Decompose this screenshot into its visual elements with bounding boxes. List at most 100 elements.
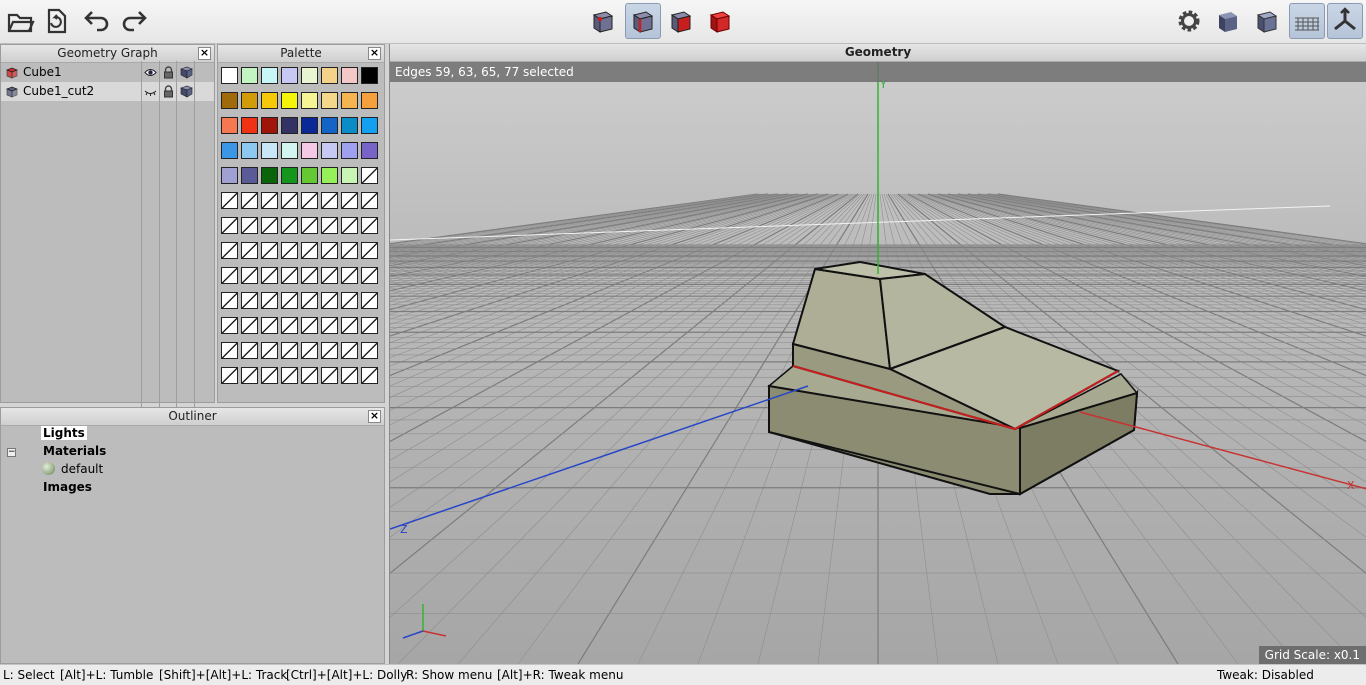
outliner-material-default[interactable]: default <box>42 462 103 476</box>
palette-swatch-empty[interactable] <box>221 317 238 334</box>
palette-swatch-empty[interactable] <box>241 292 258 309</box>
palette-swatch-empty[interactable] <box>321 217 338 234</box>
outliner-images[interactable]: Images <box>43 480 92 494</box>
palette-swatch-empty[interactable] <box>301 217 318 234</box>
palette-swatch[interactable] <box>361 92 378 109</box>
palette-swatch-empty[interactable] <box>301 242 318 259</box>
palette-swatch-empty[interactable] <box>281 292 298 309</box>
palette-swatch-empty[interactable] <box>261 342 278 359</box>
palette-swatch[interactable] <box>281 92 298 109</box>
palette-swatch-empty[interactable] <box>221 342 238 359</box>
palette-swatch[interactable] <box>301 142 318 159</box>
palette-swatch[interactable] <box>221 67 238 84</box>
palette-swatch-empty[interactable] <box>281 267 298 284</box>
palette-swatch[interactable] <box>261 142 278 159</box>
outliner-close-button[interactable]: × <box>368 410 381 423</box>
palette-swatch[interactable] <box>221 167 238 184</box>
palette-swatch[interactable] <box>241 92 258 109</box>
palette-swatch-empty[interactable] <box>361 367 378 384</box>
material-cube-icon[interactable] <box>180 66 193 79</box>
palette-swatch-empty[interactable] <box>321 292 338 309</box>
geometry-graph-close-button[interactable]: × <box>198 47 211 60</box>
palette-swatch[interactable] <box>361 142 378 159</box>
palette-swatch[interactable] <box>241 142 258 159</box>
palette-swatch-empty[interactable] <box>241 342 258 359</box>
palette-swatch[interactable] <box>241 167 258 184</box>
palette-swatch-empty[interactable] <box>361 317 378 334</box>
palette-swatch[interactable] <box>281 67 298 84</box>
geometry-item[interactable]: Cube1_cut2 <box>1 82 214 101</box>
palette-swatch-empty[interactable] <box>281 242 298 259</box>
palette-swatch-empty[interactable] <box>341 267 358 284</box>
export-file-button[interactable] <box>38 3 74 39</box>
palette-swatch-empty[interactable] <box>301 317 318 334</box>
palette-swatch-empty[interactable] <box>321 242 338 259</box>
palette-swatch-empty[interactable] <box>281 217 298 234</box>
palette-swatch[interactable] <box>261 67 278 84</box>
palette-swatch-empty[interactable] <box>301 192 318 209</box>
palette-swatch-empty[interactable] <box>221 217 238 234</box>
outliner-materials-collapse-toggle[interactable]: − <box>7 448 16 457</box>
palette-swatch-empty[interactable] <box>281 342 298 359</box>
palette-close-button[interactable]: × <box>368 47 381 60</box>
palette-swatch[interactable] <box>281 142 298 159</box>
palette-swatch-empty[interactable] <box>261 242 278 259</box>
palette-swatch-empty[interactable] <box>321 192 338 209</box>
axes-toggle-button[interactable] <box>1327 3 1363 39</box>
palette-swatch-empty[interactable] <box>361 292 378 309</box>
open-file-button[interactable] <box>2 3 38 39</box>
palette-swatch[interactable] <box>281 167 298 184</box>
palette-swatch-empty[interactable] <box>241 192 258 209</box>
eye-icon[interactable] <box>144 66 157 79</box>
palette-swatch[interactable] <box>301 117 318 134</box>
object-mode-button[interactable] <box>702 3 738 39</box>
palette-swatch-empty[interactable] <box>341 317 358 334</box>
flat-shading-button[interactable] <box>1249 3 1285 39</box>
palette-swatch[interactable] <box>341 92 358 109</box>
palette-swatch-empty[interactable] <box>321 317 338 334</box>
palette-swatch-empty[interactable] <box>221 292 238 309</box>
palette-swatch-empty[interactable] <box>241 317 258 334</box>
palette-swatch-empty[interactable] <box>361 242 378 259</box>
palette-swatch-empty[interactable] <box>221 267 238 284</box>
palette-swatch[interactable] <box>301 167 318 184</box>
palette-swatch[interactable] <box>321 142 338 159</box>
palette-swatch[interactable] <box>321 117 338 134</box>
face-mode-button[interactable] <box>663 3 699 39</box>
palette-swatch-empty[interactable] <box>321 367 338 384</box>
palette-swatch-empty[interactable] <box>361 342 378 359</box>
edge-mode-button[interactable] <box>625 3 661 39</box>
eye-closed-icon[interactable] <box>144 85 157 98</box>
palette-swatch-empty[interactable] <box>361 192 378 209</box>
vertex-mode-button[interactable] <box>585 3 621 39</box>
palette-swatch-empty[interactable] <box>301 342 318 359</box>
palette-swatch-empty[interactable] <box>361 217 378 234</box>
palette-swatch[interactable] <box>321 92 338 109</box>
palette-swatch[interactable] <box>261 92 278 109</box>
material-cube-icon[interactable] <box>180 85 193 98</box>
palette-swatch[interactable] <box>341 67 358 84</box>
ground-plane-button[interactable] <box>1289 3 1325 39</box>
palette-swatch-empty[interactable] <box>341 342 358 359</box>
palette-swatch-empty[interactable] <box>341 192 358 209</box>
palette-swatch[interactable] <box>341 142 358 159</box>
palette-swatch[interactable] <box>221 117 238 134</box>
palette-swatch[interactable] <box>321 67 338 84</box>
geometry-viewport[interactable]: X Z Y Geometry Edges 59, 63, 65, 77 sele… <box>389 44 1366 664</box>
palette-swatch-empty[interactable] <box>301 367 318 384</box>
palette-swatch-empty[interactable] <box>241 217 258 234</box>
palette-swatch-empty[interactable] <box>261 317 278 334</box>
outliner-materials[interactable]: Materials <box>43 444 106 458</box>
settings-button[interactable] <box>1171 3 1207 39</box>
palette-swatch-empty[interactable] <box>261 292 278 309</box>
palette-swatch-empty[interactable] <box>321 267 338 284</box>
palette-swatch-empty[interactable] <box>361 167 378 184</box>
palette-swatch-empty[interactable] <box>301 267 318 284</box>
palette-swatch-empty[interactable] <box>281 192 298 209</box>
palette-swatch-empty[interactable] <box>241 267 258 284</box>
palette-swatch-empty[interactable] <box>341 217 358 234</box>
palette-swatch[interactable] <box>261 117 278 134</box>
lock-icon[interactable] <box>162 85 175 98</box>
palette-swatch-empty[interactable] <box>261 217 278 234</box>
palette-swatch[interactable] <box>341 117 358 134</box>
